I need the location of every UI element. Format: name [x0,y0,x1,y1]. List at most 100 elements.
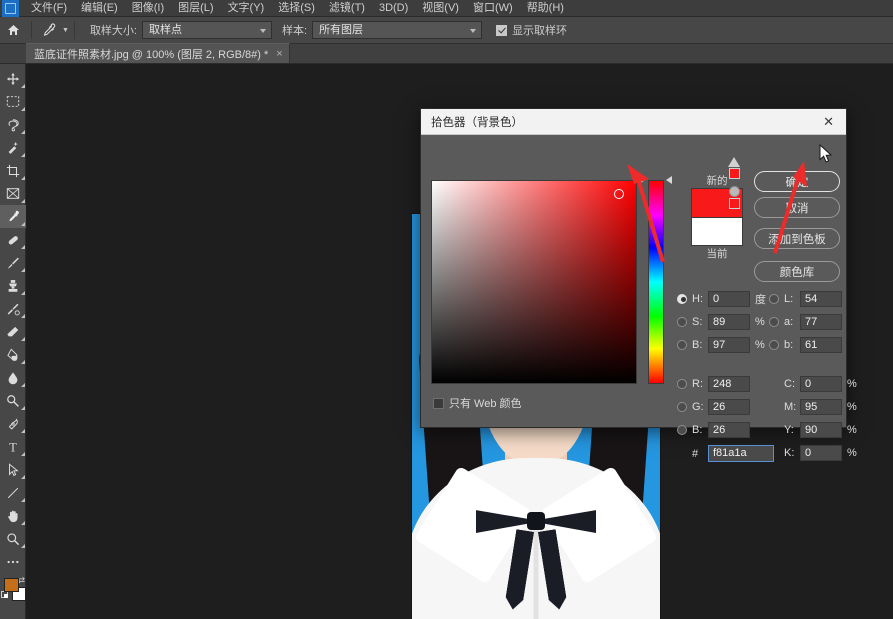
show-sampling-ring-checkbox[interactable]: 显示取样环 [496,22,567,38]
input-l[interactable]: 54 [800,290,842,307]
menu-item-2[interactable]: 图像(I) [125,0,171,17]
input-b-blue[interactable]: 26 [708,421,750,438]
radio-a[interactable] [769,316,779,327]
home-icon[interactable] [0,17,26,44]
radio-g[interactable] [677,401,687,412]
hue-slider-marker-left [639,176,645,184]
marquee-tool[interactable] [0,90,26,113]
hex-row[interactable]: # f81a1a [677,443,777,464]
non-web-safe-warning-icon[interactable] [728,186,740,197]
add-to-swatches-button[interactable]: 添加到色板 [754,228,840,249]
show-sampling-ring-checkbox-box[interactable] [496,24,508,36]
input-c[interactable]: 0 [800,375,842,392]
web-safe-color-swatch[interactable] [728,198,740,209]
field-row-b-blue[interactable]: B: 26 [677,419,777,440]
field-row-r[interactable]: R: 248 [677,373,777,394]
field-row-lab-b[interactable]: b: 61 [769,334,869,355]
line-tool[interactable] [0,481,26,504]
quick-mask-icon[interactable] [0,613,26,619]
menu-item-6[interactable]: 滤镜(T) [322,0,372,17]
input-b-brightness[interactable]: 97 [708,336,750,353]
cancel-button[interactable]: 取消 [754,197,840,218]
quick-selection-tool[interactable] [0,136,26,159]
radio-b-blue[interactable] [677,424,687,435]
hex-input[interactable]: f81a1a [708,445,774,462]
field-row-c[interactable]: C: 0 % [769,373,869,394]
crop-tool[interactable] [0,159,26,182]
close-icon[interactable]: ✕ [819,113,838,130]
dodge-tool[interactable] [0,389,26,412]
document-tab[interactable]: 蓝底证件照素材.jpg @ 100% (图层 2, RGB/8#) * × [26,43,290,63]
input-s[interactable]: 89 [708,313,750,330]
frame-tool[interactable] [0,182,26,205]
field-row-m[interactable]: M: 95 % [769,396,869,417]
dialog-title-bar[interactable]: 拾色器（背景色） ✕ [421,109,846,135]
menu-item-1[interactable]: 编辑(E) [74,0,125,17]
sample-select[interactable]: 所有图层 [312,21,483,39]
type-tool[interactable]: T [0,435,26,458]
radio-s[interactable] [677,316,687,327]
more-tools-button[interactable] [0,550,26,573]
hand-tool[interactable] [0,504,26,527]
zoom-tool[interactable] [0,527,26,550]
radio-h[interactable] [677,293,687,304]
field-row-l[interactable]: L: 54 [769,288,869,309]
menu-item-0[interactable]: 文件(F) [24,0,74,17]
input-r[interactable]: 248 [708,375,750,392]
web-colors-only-box[interactable] [433,397,444,409]
radio-l[interactable] [769,293,779,304]
field-row-a[interactable]: a: 77 [769,311,869,332]
color-swatches-widget[interactable]: ⇄ [0,575,26,605]
gradient-tool[interactable] [0,343,26,366]
eyedropper-tool[interactable] [0,205,26,228]
field-row-h[interactable]: H: 0 度 [677,288,777,309]
web-colors-only-checkbox[interactable]: 只有 Web 颜色 [433,395,522,411]
color-libraries-button[interactable]: 颜色库 [754,261,840,282]
current-color-swatch[interactable] [691,217,743,246]
radio-r[interactable] [677,378,687,389]
menu-item-4[interactable]: 文字(Y) [221,0,272,17]
hue-slider[interactable] [648,180,664,384]
menu-item-8[interactable]: 视图(V) [415,0,466,17]
brush-tool[interactable] [0,251,26,274]
tool-preset-chevron-down-icon[interactable]: ▼ [62,27,69,34]
eraser-tool[interactable] [0,320,26,343]
menu-item-10[interactable]: 帮助(H) [520,0,571,17]
eyedropper-icon[interactable] [37,20,59,40]
field-row-y[interactable]: Y: 90 % [769,419,869,440]
field-row-g[interactable]: G: 26 [677,396,777,417]
out-of-gamut-warning-icon[interactable] [728,157,740,167]
sample-size-select[interactable]: 取样点 [142,21,272,39]
radio-lab-b[interactable] [769,339,779,350]
saturation-brightness-field[interactable] [431,180,637,384]
field-row-k[interactable]: K: 0 % [769,442,869,463]
input-k[interactable]: 0 [800,444,842,461]
history-brush-tool[interactable] [0,297,26,320]
spot-healing-tool[interactable] [0,228,26,251]
menu-item-5[interactable]: 选择(S) [271,0,322,17]
input-m[interactable]: 95 [800,398,842,415]
color-field-marker[interactable] [614,189,624,199]
ok-button[interactable]: 确定 [754,171,840,192]
input-y[interactable]: 90 [800,421,842,438]
menu-item-9[interactable]: 窗口(W) [466,0,520,17]
out-of-gamut-color-swatch[interactable] [728,168,740,179]
input-lab-b[interactable]: 61 [800,336,842,353]
lasso-tool[interactable] [0,113,26,136]
move-tool[interactable] [0,67,26,90]
field-row-b-brightness[interactable]: B: 97 % [677,334,777,355]
input-g[interactable]: 26 [708,398,750,415]
field-row-s[interactable]: S: 89 % [677,311,777,332]
input-h[interactable]: 0 [708,290,750,307]
clone-stamp-tool[interactable] [0,274,26,297]
default-colors-icon[interactable] [1,591,8,598]
input-a[interactable]: 77 [800,313,842,330]
pen-tool[interactable] [0,412,26,435]
path-selection-tool[interactable] [0,458,26,481]
foreground-color-swatch[interactable] [4,578,19,592]
document-tab-close-icon[interactable]: × [276,48,282,60]
radio-b-brightness[interactable] [677,339,687,350]
menu-item-7[interactable]: 3D(D) [372,0,415,17]
menu-item-3[interactable]: 图层(L) [171,0,220,17]
blur-tool[interactable] [0,366,26,389]
